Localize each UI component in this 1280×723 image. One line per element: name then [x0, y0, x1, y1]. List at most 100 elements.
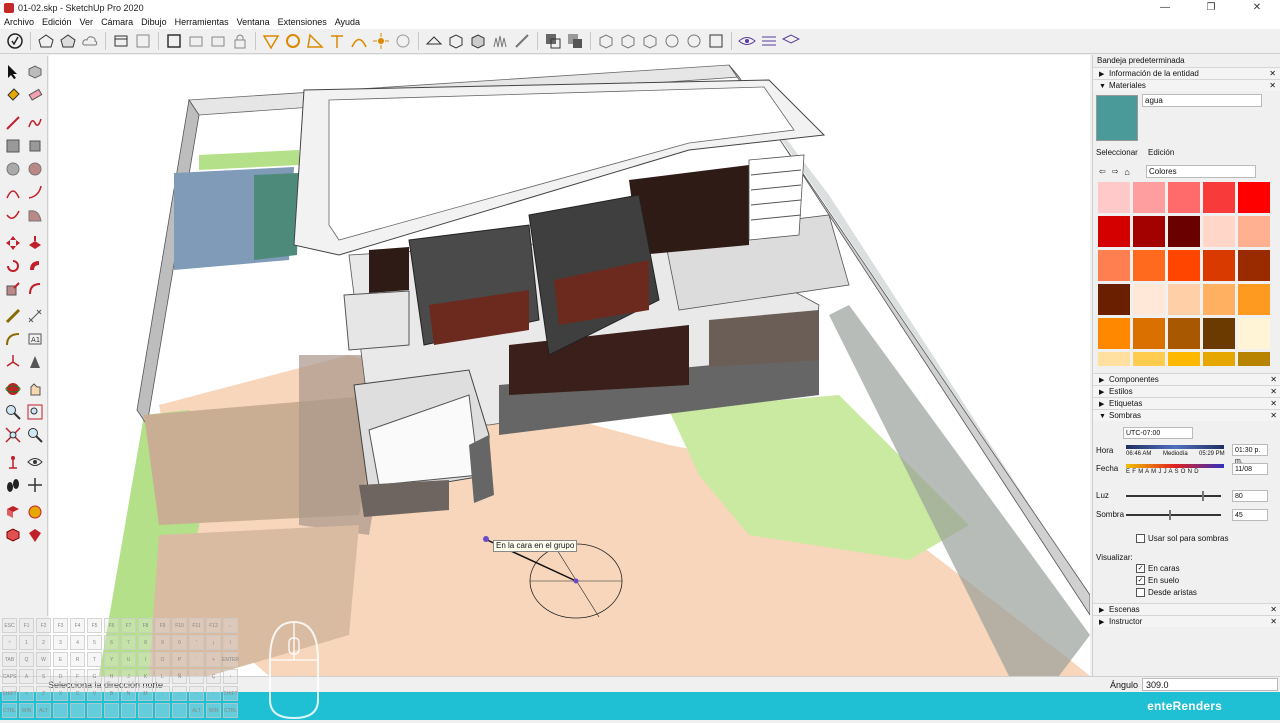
light-slider[interactable]	[1126, 491, 1221, 501]
layout-icon[interactable]	[110, 30, 132, 52]
tape-measure-icon[interactable]	[326, 30, 348, 52]
lock-icon[interactable]	[229, 30, 251, 52]
color-swatch[interactable]	[1168, 284, 1200, 315]
color-swatch[interactable]	[1133, 216, 1165, 247]
color-swatch[interactable]	[1203, 250, 1235, 281]
protractor-icon[interactable]	[304, 30, 326, 52]
dark-slider-thumb[interactable]	[1168, 510, 1171, 520]
color-swatch[interactable]	[1203, 216, 1235, 247]
graduation-cap-icon[interactable]	[780, 30, 802, 52]
on-faces-checkbox[interactable]: ✓	[1136, 564, 1145, 573]
color-swatch[interactable]	[1203, 182, 1235, 213]
collection-select[interactable]: Colores	[1146, 165, 1256, 178]
color-swatch[interactable]	[1238, 216, 1270, 247]
sandbox-icon[interactable]	[260, 30, 282, 52]
color-swatch[interactable]	[1168, 318, 1200, 349]
material-name-field[interactable]: agua	[1142, 94, 1262, 107]
color-swatch[interactable]	[1098, 250, 1130, 281]
iso-view-icon[interactable]	[595, 30, 617, 52]
section-fill-icon[interactable]	[185, 30, 207, 52]
two-point-arc-icon[interactable]	[25, 182, 45, 202]
look-around-icon[interactable]	[25, 452, 45, 472]
drape-icon[interactable]	[392, 30, 414, 52]
rotated-rectangle-icon[interactable]	[25, 136, 45, 156]
position-camera-icon[interactable]	[3, 452, 23, 472]
move-icon[interactable]	[3, 233, 23, 253]
menu-ventana[interactable]: Ventana	[237, 17, 270, 27]
color-swatch[interactable]	[1098, 352, 1130, 366]
paint-bucket-icon[interactable]	[3, 85, 23, 105]
color-swatch[interactable]	[1168, 182, 1200, 213]
sliders-icon[interactable]	[758, 30, 780, 52]
select-icon[interactable]	[3, 62, 23, 82]
three-point-arc-icon[interactable]	[3, 205, 23, 225]
minimize-button[interactable]: —	[1142, 0, 1188, 15]
pie-icon[interactable]	[25, 205, 45, 225]
brush-icon[interactable]	[511, 30, 533, 52]
instructor-icon[interactable]	[4, 30, 26, 52]
instructor-section[interactable]: ▶ Instructor ✕	[1093, 615, 1280, 627]
menu-ver[interactable]: Ver	[80, 17, 94, 27]
orbit-icon[interactable]	[3, 379, 23, 399]
sketch-material-icon[interactable]	[25, 502, 45, 522]
forward-arrow-icon[interactable]: ⇨	[1112, 167, 1119, 176]
from-edges-checkbox[interactable]	[1136, 588, 1145, 597]
menu-herramientas[interactable]: Herramientas	[175, 17, 229, 27]
cube-red-icon[interactable]	[3, 525, 23, 545]
time-slider[interactable]	[1126, 445, 1224, 449]
3d-text-icon[interactable]	[25, 352, 45, 372]
component-icon[interactable]	[25, 62, 45, 82]
color-swatch[interactable]	[1098, 182, 1130, 213]
tape-measure-tool-icon[interactable]	[3, 306, 23, 326]
menu-extensiones[interactable]: Extensiones	[278, 17, 327, 27]
components-section[interactable]: ▶ Componentes ✕	[1093, 373, 1280, 385]
use-sun-checkbox[interactable]	[1136, 534, 1145, 543]
model-viewport[interactable]: En la cara en el grupo	[49, 55, 1090, 676]
color-swatch[interactable]	[1133, 318, 1165, 349]
zoom-extents-icon[interactable]	[3, 425, 23, 445]
eye-icon[interactable]	[736, 30, 758, 52]
tab-select[interactable]: Seleccionar	[1096, 148, 1138, 157]
color-swatch[interactable]	[1203, 352, 1235, 366]
color-swatch[interactable]	[1203, 318, 1235, 349]
color-swatch[interactable]	[1168, 216, 1200, 247]
styles-section[interactable]: ▶ Estilos ✕	[1093, 385, 1280, 397]
warehouse-icon[interactable]	[35, 30, 57, 52]
entity-info-section[interactable]: ▶ Información de la entidad ✕	[1093, 67, 1280, 79]
freehand-icon[interactable]	[25, 113, 45, 133]
light-slider-thumb[interactable]	[1202, 491, 1204, 501]
scale-icon[interactable]	[3, 279, 23, 299]
box-icon[interactable]	[445, 30, 467, 52]
grass-icon[interactable]	[489, 30, 511, 52]
tab-edit[interactable]: Edición	[1148, 148, 1174, 157]
color-swatch[interactable]	[1133, 250, 1165, 281]
color-swatch[interactable]	[1238, 182, 1270, 213]
on-ground-checkbox[interactable]: ✓	[1136, 576, 1145, 585]
close-button[interactable]: ✕	[1234, 0, 1280, 15]
color-swatch[interactable]	[1098, 216, 1130, 247]
tags-section[interactable]: ▶ Etiquetas ✕	[1093, 397, 1280, 409]
axes-icon[interactable]	[3, 352, 23, 372]
pan-icon[interactable]	[25, 379, 45, 399]
dimension-icon[interactable]	[25, 306, 45, 326]
line-icon[interactable]	[3, 113, 23, 133]
date-slider[interactable]	[1126, 464, 1224, 468]
previous-view-icon[interactable]	[25, 425, 45, 445]
color-swatch[interactable]	[1133, 284, 1165, 315]
rectangle-icon[interactable]	[3, 136, 23, 156]
timezone-select[interactable]: UTC-07:00	[1123, 427, 1193, 439]
arc-icon[interactable]	[348, 30, 370, 52]
color-swatch[interactable]	[1238, 284, 1270, 315]
color-swatch[interactable]	[1133, 182, 1165, 213]
close-icon[interactable]: ✕	[1270, 616, 1277, 628]
menu-camara[interactable]: Cámara	[101, 17, 133, 27]
dark-value-field[interactable]: 45	[1232, 509, 1268, 521]
color-swatch[interactable]	[1238, 352, 1270, 366]
section-cuts-icon[interactable]	[207, 30, 229, 52]
circle-tool-icon[interactable]	[282, 30, 304, 52]
menu-edicion[interactable]: Edición	[42, 17, 72, 27]
date-field[interactable]: 11/08	[1232, 463, 1268, 475]
section-tool-icon[interactable]	[3, 502, 23, 522]
menu-ayuda[interactable]: Ayuda	[335, 17, 360, 27]
push-pull-icon[interactable]	[25, 233, 45, 253]
